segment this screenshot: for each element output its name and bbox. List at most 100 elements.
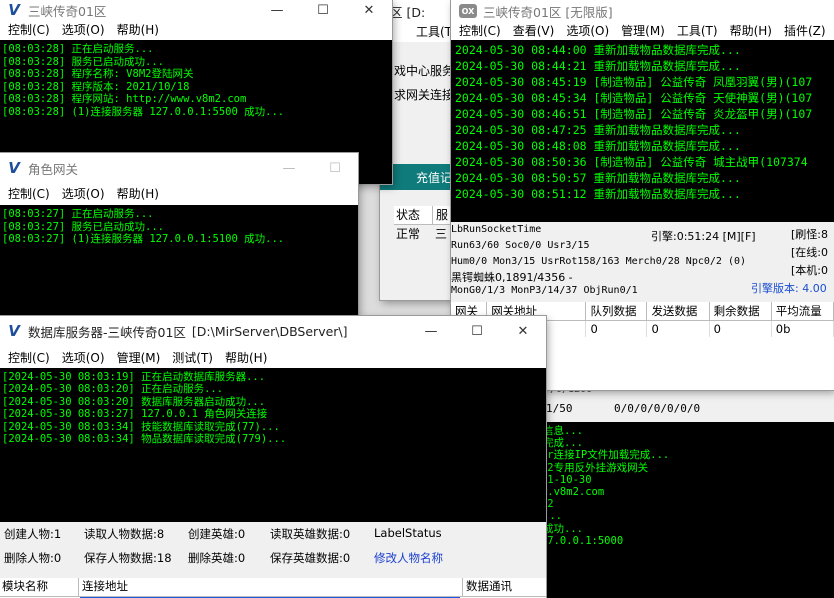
w4-menu-item[interactable]: 管理(M) xyxy=(111,347,167,369)
w3-status-2: Run63/60 Soc0/0 Usr3/15 xyxy=(451,240,590,251)
w4-module-grid: 模块名称 连接地址 数据通讯 xyxy=(0,578,546,598)
w4-stat: 保存英雄数据:0 xyxy=(270,551,351,565)
w1-menu-item[interactable]: 控制(C) xyxy=(2,19,56,41)
br-log-line: :V8M2专用反外挂游戏网关 xyxy=(522,461,649,474)
center-col-status[interactable]: 状态 xyxy=(394,206,433,224)
w2-log-line: [08:03:27] 正在启动服务... xyxy=(2,208,154,220)
br-console: 配置信息... 加载完成... erver连接IP文件加载完成...:V8M2专用反… xyxy=(520,422,834,598)
w4-stats-panel: 创建人物:1 读取人物数据:8 创建英雄:0 读取英雄数据:0 LabelStatus … xyxy=(0,522,546,580)
w4-close-icon[interactable]: ✕ xyxy=(500,316,546,346)
w3-menu-item[interactable]: 工具(T) xyxy=(671,20,724,42)
w4-stat: 读取人物数据:8 xyxy=(84,527,165,541)
w4-col-data[interactable]: 数据通讯 xyxy=(463,578,512,596)
br-log-line: 服务... xyxy=(522,510,832,522)
w2-log-line: [08:03:27] 服务已启动成功... xyxy=(2,220,165,233)
w2-console: [08:03:27] 正在启动服务... [08:03:27] 服务已启动成功..… xyxy=(0,205,358,318)
w2-maximize-icon[interactable]: ☐ xyxy=(312,153,358,183)
w3-menu-item[interactable]: 帮助(H) xyxy=(724,20,778,42)
w3-engine-version: 引擎版本: 4.00 xyxy=(751,282,827,295)
w3-log-line: 2024-05-30 08:50:36 [制造物品] 公益传奇 城主战甲(107… xyxy=(455,155,808,169)
br-log-line: :2021-10-30 xyxy=(522,473,592,486)
w3-status-4: 黑锷蜘蛛0,1891/4356 - xyxy=(451,271,573,284)
center-titlebar[interactable]: 区 [D: xyxy=(380,0,460,22)
w3-grid-col[interactable]: 队列数据 xyxy=(585,302,648,321)
w4-menubar: 控制(C) 选项(O) 管理(M) 测试(T) 帮助(H) xyxy=(0,346,546,370)
w3-local: [本机:0 xyxy=(791,264,828,277)
center-window: 区 [D: 工具(T) 戏中心服务 求网关连接 充值记 状态 服 正常 三 xyxy=(380,0,460,300)
w3-menubar: 控制(C) 查看(V) 选项(O) 管理(M) 工具(T) 帮助(H) 插件(Z) xyxy=(451,22,834,40)
w2-titlebar[interactable]: V 角色网关 — ☐ xyxy=(0,153,358,183)
w4-stat[interactable]: 修改人物名称 xyxy=(374,550,464,566)
w1-minimize-icon[interactable]: — xyxy=(254,0,300,20)
w3-engine-time: 引擎:0:51:24 [M][F] xyxy=(651,230,756,243)
w4-maximize-icon[interactable]: ☐ xyxy=(454,316,500,346)
w4-titlebar[interactable]: V 数据库服务器-三峡传奇01区 [D:\MirServer\DBServer\… xyxy=(0,316,546,346)
center-tab-label[interactable]: 充值记 xyxy=(416,169,452,186)
w3-grid-cell: 0 xyxy=(585,320,648,337)
w1-log-line: [08:03:28] 程序版本: 2021/10/18 xyxy=(2,80,190,93)
w4-col-address[interactable]: 连接地址 xyxy=(79,578,463,596)
w3-status-1: LbRunSocketTime xyxy=(451,224,542,235)
w1-close-icon[interactable]: ✕ xyxy=(346,0,392,20)
center-teal-panel: 充值记 xyxy=(380,164,460,190)
role-gateway-window: V 角色网关 — ☐ 控制(C) 选项(O) 帮助(H) [08:03:27] 正在… xyxy=(0,153,358,318)
w3-grid-col[interactable]: 剩余数据 xyxy=(709,302,772,321)
w3-grid-cell: 0 xyxy=(709,320,772,337)
br-log-line: 配置信息... xyxy=(522,425,583,437)
w4-log-line: [2024-05-30 08:03:34] 物品数据库读取完成(779)... xyxy=(2,433,287,446)
center-col-server[interactable]: 服 xyxy=(433,206,448,224)
w1-log-line: [08:03:28] 程序网站: http://www.v8m2.com xyxy=(2,93,247,105)
w4-stat: 删除人物:0 xyxy=(4,551,62,565)
w3-grid-col[interactable]: 平均流量 xyxy=(771,302,834,321)
br-partial3: 0/0/0/0/0/0/0 xyxy=(614,402,701,415)
w4-log-line: [2024-05-30 08:03:19] 正在启动数据库服务器... xyxy=(2,371,266,383)
w3-menu-item[interactable]: 管理(M) xyxy=(615,20,671,42)
w4-minimize-icon[interactable]: — xyxy=(408,316,454,346)
w2-menu-item[interactable]: 选项(O) xyxy=(56,183,111,205)
w1-maximize-icon[interactable]: ☐ xyxy=(300,0,346,20)
w3-titlebar[interactable]: OX 三峡传奇01区 [无限版] xyxy=(451,0,834,22)
br-partial2: 1/50 xyxy=(546,402,573,415)
w4-stat: 删除英雄:0 xyxy=(188,551,246,565)
w3-menu-item[interactable]: 查看(V) xyxy=(507,20,561,42)
w2-menu-item[interactable]: 控制(C) xyxy=(2,183,56,205)
w1-menu-item[interactable]: 选项(O) xyxy=(56,19,111,41)
w3-log-line: 2024-05-30 08:50:57 重新加载物品数据库完成... xyxy=(455,171,741,185)
w4-console: [2024-05-30 08:03:19] 正在启动数据库服务器... [2024… xyxy=(0,368,530,524)
w4-menu-item[interactable]: 测试(T) xyxy=(166,347,219,369)
w2-menu-item[interactable]: 帮助(H) xyxy=(111,183,165,205)
br-log-line: erver连接IP文件加载完成... xyxy=(522,449,670,462)
w1-title: 三峡传奇01区 xyxy=(28,3,107,19)
center-text2: 求网关连接 xyxy=(394,88,455,102)
w4-menu-item[interactable]: 帮助(H) xyxy=(219,347,273,369)
w3-grid-cell: 0 xyxy=(646,320,710,337)
w3-status-3: Hum0/0 Mon3/15 UsrRot158/163 Merch0/28 N… xyxy=(451,256,747,267)
w3-menu-item[interactable]: 控制(C) xyxy=(453,20,507,42)
w2-log-line: [08:03:27] (1)连接服务器 127.0.0.1:5100 成功... xyxy=(2,233,285,245)
w3-log-line: 2024-05-30 08:44:21 重新加载物品数据库完成... xyxy=(455,59,741,73)
w4-title: 数据库服务器-三峡传奇01区 xyxy=(28,324,186,340)
br-log-line: j 127.0.0.1:5000 xyxy=(522,534,624,547)
w4-console-scrollbar[interactable] xyxy=(530,368,546,524)
w4-menu-item[interactable]: 控制(C) xyxy=(2,347,56,369)
w4-menu-item[interactable]: 选项(O) xyxy=(56,347,111,369)
w2-app-icon: V xyxy=(8,159,20,177)
w3-menu-item[interactable]: 插件(Z) xyxy=(778,20,832,42)
w4-path: [D:\MirServer\DBServer\] xyxy=(191,323,348,339)
w3-menu-item[interactable]: 选项(O) xyxy=(560,20,615,42)
w2-minimize-icon[interactable]: — xyxy=(266,153,312,183)
w1-app-icon: V xyxy=(8,1,20,19)
w3-grid-col[interactable]: 发送数据 xyxy=(646,302,710,321)
w4-log-line: [2024-05-30 08:03:34] 技能数据库读取完成(77)... xyxy=(2,420,280,433)
w4-stats-row2: 删除人物:0 保存人物数据:18 删除英雄:0 保存英雄数据:0 修改人物名称 xyxy=(4,550,464,566)
w4-col-module[interactable]: 模块名称 xyxy=(0,578,79,596)
w3-grid-cell: 0b xyxy=(771,320,834,337)
w3-status-5: MonG0/1/3 MonP3/14/37 ObjRun0/1 xyxy=(451,285,638,296)
w1-menu-item[interactable]: 帮助(H) xyxy=(111,19,165,41)
w3-log-line: 2024-05-30 08:46:51 [制造物品] 公益传奇 炎龙盔甲(男)(… xyxy=(455,107,813,121)
w4-app-icon: V xyxy=(8,322,20,340)
w1-titlebar[interactable]: V 三峡传奇01区 — ☐ ✕ xyxy=(0,0,392,20)
w3-refresh: [刷怪:8 xyxy=(791,228,828,241)
w4-log-line: [2024-05-30 08:03:20] 数据库服务器启动成功... xyxy=(2,395,266,408)
w1-log-line: [08:03:28] 正在启动服务... xyxy=(2,43,154,55)
